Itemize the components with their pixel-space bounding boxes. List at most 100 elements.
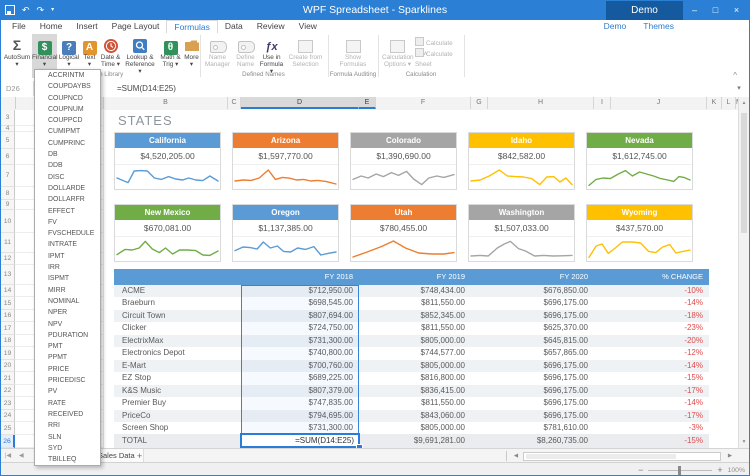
column-header-l[interactable]: L [722, 97, 736, 109]
row-header-20[interactable]: 20 [1, 360, 15, 372]
function-item-mirr[interactable]: MIRR [35, 285, 100, 296]
zoom-slider[interactable] [648, 470, 712, 471]
row-header-3[interactable]: 3 [1, 110, 15, 126]
cell-value[interactable]: FY 2020 [471, 269, 594, 285]
function-item-pmt[interactable]: PMT [35, 341, 100, 352]
cell-value[interactable]: FY 2018 [241, 269, 359, 285]
row-header-8[interactable]: 8 [1, 187, 15, 200]
cell-value[interactable]: $805,000.00 [359, 422, 471, 434]
cell-company[interactable] [114, 269, 241, 285]
cell-value[interactable]: $805,000.00 [359, 360, 471, 372]
zoom-slider-thumb[interactable] [678, 466, 681, 475]
cell-value[interactable]: $836,415.00 [359, 385, 471, 397]
column-header-j[interactable]: J [611, 97, 707, 109]
state-card-colorado[interactable]: Colorado$1,390,690.00 [350, 132, 457, 190]
function-item-intrate[interactable]: INTRATE [35, 239, 100, 250]
function-item-effect[interactable]: EFFECT [35, 206, 100, 217]
row-header-23[interactable]: 23 [1, 397, 15, 410]
column-header-d[interactable]: D [241, 97, 359, 109]
formula-bar-expand-icon[interactable]: ▾ [733, 81, 745, 96]
scroll-up-icon[interactable]: ▴ [739, 97, 749, 109]
cell-value[interactable]: -23% [594, 322, 709, 334]
cell-company[interactable]: Circuit Town [114, 310, 241, 322]
state-card-wyoming[interactable]: Wyoming$437,570.00 [586, 204, 693, 262]
function-item-syd[interactable]: SYD [35, 443, 100, 454]
column-header-c[interactable]: C [228, 97, 241, 109]
function-item-pduration[interactable]: PDURATION [35, 330, 100, 341]
function-item-ipmt[interactable]: IPMT [35, 251, 100, 262]
cell-value[interactable]: -10% [594, 285, 709, 297]
column-header-i[interactable]: I [594, 97, 611, 109]
cell-value[interactable]: $811,550.00 [359, 397, 471, 409]
function-item-db[interactable]: DB [35, 149, 100, 160]
column-header-b[interactable]: B [104, 97, 228, 109]
horizontal-scroll-thumb[interactable] [526, 454, 676, 459]
row-header-18[interactable]: 18 [1, 335, 15, 347]
ribbon-button-calculate-now[interactable]: Calculate Now [415, 37, 463, 47]
cell-company[interactable]: ElectrixMax [114, 335, 241, 347]
function-item-pricedisc[interactable]: PRICEDISC [35, 375, 100, 386]
select-all-corner[interactable] [1, 97, 16, 109]
function-item-nper[interactable]: NPER [35, 307, 100, 318]
name-box[interactable]: D26 [1, 81, 34, 96]
function-item-rri[interactable]: RRI [35, 420, 100, 431]
cell-value[interactable]: -12% [594, 347, 709, 359]
function-item-ddb[interactable]: DDB [35, 160, 100, 171]
ribbon-collapse-icon[interactable]: ^ [733, 71, 737, 80]
row-header-9[interactable]: 9 [1, 200, 15, 210]
ribbon-tab-formulas[interactable]: Formulas [166, 20, 217, 33]
cell-value[interactable]: -15% [594, 434, 709, 447]
row-header-7[interactable]: 7 [1, 165, 15, 187]
cell-company[interactable]: TOTAL [114, 434, 241, 447]
scroll-down-icon[interactable]: ▾ [739, 436, 749, 448]
row-header-16[interactable]: 16 [1, 310, 15, 322]
cell-value[interactable]: $676,850.00 [471, 285, 594, 297]
function-item-cumprinc[interactable]: CUMPRINC [35, 138, 100, 149]
ribbon-tab-page-layout[interactable]: Page Layout [105, 20, 167, 33]
function-item-ispmt[interactable]: ISPMT [35, 273, 100, 284]
cell-value[interactable]: $852,345.00 [359, 310, 471, 322]
row-header-14[interactable]: 14 [1, 285, 15, 297]
state-card-idaho[interactable]: Idaho$842,582.00 [468, 132, 575, 190]
maximize-button[interactable]: □ [705, 1, 726, 20]
row-header-6[interactable]: 6 [1, 149, 15, 165]
cell-value[interactable]: $696,175.00 [471, 372, 594, 384]
cell-company[interactable]: K&S Music [114, 385, 241, 397]
function-item-price[interactable]: PRICE [35, 364, 100, 375]
function-item-coupdaybs[interactable]: COUPDAYBS [35, 81, 100, 92]
row-header-19[interactable]: 19 [1, 347, 15, 360]
first-sheet-icon[interactable]: |◀ [5, 449, 11, 463]
cell-value[interactable]: $696,175.00 [471, 297, 594, 309]
cell-value[interactable]: $645,815.00 [471, 335, 594, 347]
cell-company[interactable]: Braeburn [114, 297, 241, 309]
row-header-22[interactable]: 22 [1, 385, 15, 397]
function-item-ppmt[interactable]: PPMT [35, 352, 100, 363]
vertical-scrollbar[interactable]: ▴ ▾ [738, 97, 749, 448]
column-header-k[interactable]: K [707, 97, 722, 109]
titlebar-demo-tab[interactable]: Demo [606, 1, 683, 20]
cell-company[interactable]: Electronics Depot [114, 347, 241, 359]
function-item-fv[interactable]: FV [35, 217, 100, 228]
cell-value[interactable]: $781,610.00 [471, 422, 594, 434]
cell-value[interactable]: $816,800.00 [359, 372, 471, 384]
ribbon-tab-file[interactable]: File [5, 20, 33, 33]
row-header-13[interactable]: 13 [1, 265, 15, 285]
cell-value[interactable]: $811,550.00 [359, 297, 471, 309]
ribbon-tab-data[interactable]: Data [218, 20, 250, 33]
row-header-24[interactable]: 24 [1, 410, 15, 422]
ribbon-tab-review[interactable]: Review [250, 20, 292, 33]
row-header-25[interactable]: 25 [1, 422, 15, 435]
function-item-dollarde[interactable]: DOLLARDE [35, 183, 100, 194]
ribbon-tab-insert[interactable]: Insert [69, 20, 104, 33]
ribbon-link-themes[interactable]: Themes [643, 20, 674, 33]
state-card-nevada[interactable]: Nevada$1,612,745.00 [586, 132, 693, 190]
cell-value[interactable]: $843,060.00 [359, 410, 471, 422]
row-header-11[interactable]: 11 [1, 233, 15, 253]
row-header-26[interactable]: 26 [1, 435, 15, 448]
function-item-npv[interactable]: NPV [35, 319, 100, 330]
cell-value[interactable]: -18% [594, 310, 709, 322]
function-item-received[interactable]: RECEIVED [35, 409, 100, 420]
function-item-accrintm[interactable]: ACCRINTM [35, 70, 100, 81]
cell-value[interactable]: $805,000.00 [359, 335, 471, 347]
row-header-15[interactable]: 15 [1, 297, 15, 310]
